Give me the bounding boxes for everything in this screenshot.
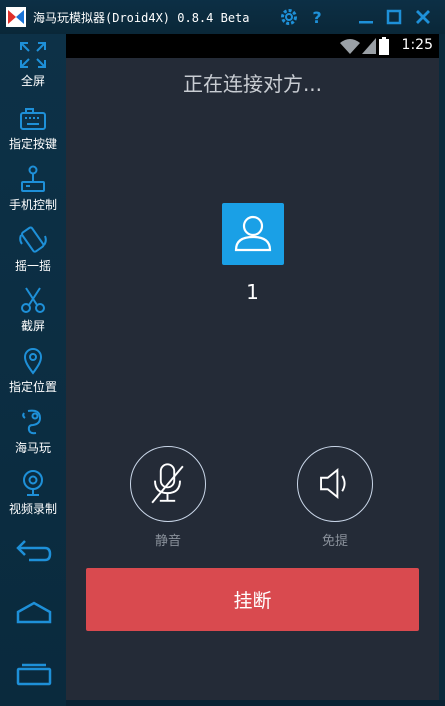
sidebar-item-label: 指定按键 xyxy=(8,137,57,151)
sidebar-item-label: 海马玩 xyxy=(14,441,51,455)
mic-muted-icon xyxy=(151,463,184,504)
sidebar-item-screenshot[interactable]: 截屏 xyxy=(0,285,66,334)
sidebar-item-shake[interactable]: 摇一摇 xyxy=(0,225,66,274)
svg-text:?: ? xyxy=(312,8,321,27)
wifi-icon xyxy=(340,39,360,54)
seahorse-icon xyxy=(22,409,42,435)
shake-phone-icon xyxy=(19,226,47,253)
sidebar-item-fullscreen[interactable]: 全屏 xyxy=(0,40,66,89)
maximize-icon[interactable] xyxy=(384,7,404,27)
question-icon[interactable]: ? xyxy=(307,7,327,27)
sidebar-item-phone-control[interactable]: 手机控制 xyxy=(0,164,66,213)
caller-name: 1 xyxy=(246,280,259,304)
home-icon[interactable] xyxy=(15,600,53,626)
location-pin-icon xyxy=(23,348,43,375)
fullscreen-icon xyxy=(20,42,46,68)
sidebar-item-video-record[interactable]: 视频录制 xyxy=(0,468,66,517)
sidebar: 全屏 指定按键 手机控制 摇一摇 截屏 指定位置 海马玩 视频录制 xyxy=(0,34,66,706)
minimize-icon[interactable] xyxy=(356,7,376,27)
status-bar: 1:25 xyxy=(66,34,439,58)
speaker-icon xyxy=(320,468,346,499)
sidebar-item-label: 视频录制 xyxy=(8,502,57,516)
window-border-right xyxy=(439,34,445,706)
sidebar-item-keymap[interactable]: 指定按键 xyxy=(0,103,66,152)
recent-apps-icon[interactable] xyxy=(15,660,53,686)
hangup-button[interactable]: 挂断 xyxy=(86,568,419,631)
sidebar-item-label: 手机控制 xyxy=(8,198,57,212)
battery-icon xyxy=(379,37,389,55)
avatar xyxy=(222,203,284,265)
mute-button[interactable] xyxy=(130,446,206,522)
app-logo-icon xyxy=(6,7,26,27)
sidebar-item-label: 指定位置 xyxy=(8,380,57,394)
gear-icon[interactable] xyxy=(279,7,299,27)
user-icon xyxy=(234,215,272,252)
signal-icon xyxy=(362,38,376,54)
joystick-icon xyxy=(21,165,45,192)
status-time: 1:25 xyxy=(401,37,433,53)
window-title: 海马玩模拟器(Droid4X) 0.8.4 Beta xyxy=(33,11,250,25)
speaker-button[interactable] xyxy=(297,446,373,522)
mute-label: 静音 xyxy=(154,534,181,549)
sidebar-item-location[interactable]: 指定位置 xyxy=(0,346,66,395)
speaker-label: 免提 xyxy=(321,534,348,549)
back-arrow-icon[interactable] xyxy=(15,539,53,565)
sidebar-item-label: 摇一摇 xyxy=(14,259,51,273)
close-icon[interactable] xyxy=(413,7,433,27)
keyboard-icon xyxy=(20,108,46,130)
window-border-bottom xyxy=(66,700,445,706)
window-titlebar: 海马玩模拟器(Droid4X) 0.8.4 Beta ? xyxy=(0,0,445,34)
sidebar-item-haimawan[interactable]: 海马玩 xyxy=(0,407,66,456)
scissors-icon xyxy=(21,287,45,313)
sidebar-item-label: 全屏 xyxy=(20,74,45,88)
android-screen: 1:25 正在连接对方... 1 静音 免提 挂断 xyxy=(66,34,439,700)
webcam-icon xyxy=(23,470,43,496)
call-status-text: 正在连接对方... xyxy=(182,72,323,96)
sidebar-item-label: 截屏 xyxy=(20,319,45,333)
